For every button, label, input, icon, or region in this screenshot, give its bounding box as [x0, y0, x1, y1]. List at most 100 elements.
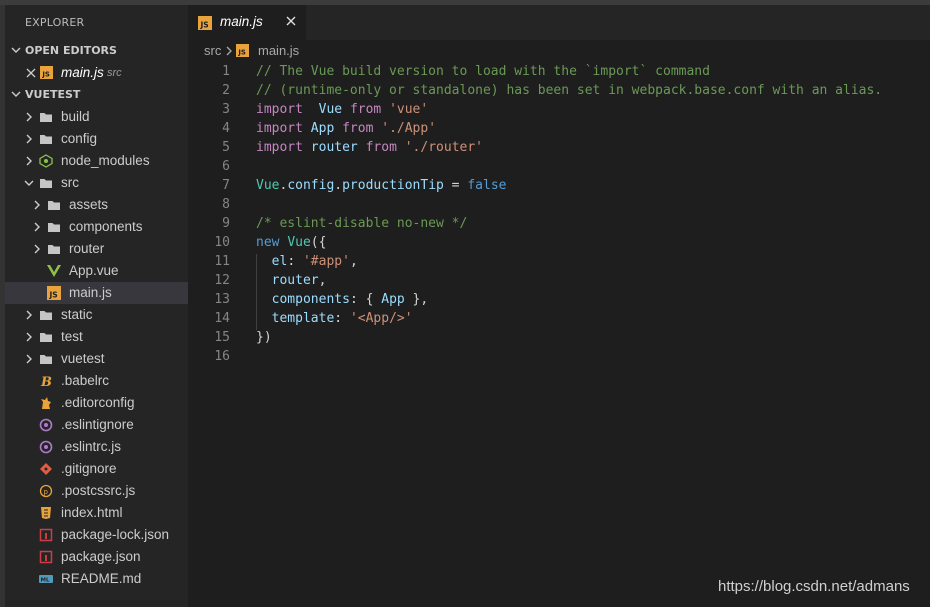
tree-item-label: static — [61, 307, 93, 322]
breadcrumb-file[interactable]: main.js — [258, 43, 299, 58]
js-file-icon: JS — [198, 16, 212, 30]
tree-item[interactable]: .eslintignore — [5, 414, 188, 436]
code-token: config — [287, 178, 335, 193]
code-line[interactable]: import router from './router' — [256, 140, 483, 155]
tree-item-label: build — [61, 109, 90, 124]
code-token: App — [310, 121, 335, 136]
code-token: from — [349, 102, 382, 117]
breadcrumb: src JS main.js — [188, 40, 930, 62]
tree-item[interactable]: index.html — [5, 502, 188, 524]
tree-item[interactable]: config — [5, 128, 188, 150]
open-editor-item[interactable]: JS main.js src — [5, 62, 188, 84]
tree-item-label: assets — [69, 197, 109, 212]
code-line[interactable]: // The Vue build version to load with th… — [256, 64, 710, 79]
line-number: 16 — [214, 349, 230, 364]
tree-item[interactable]: test — [5, 326, 188, 348]
code-line[interactable]: new Vue({ — [256, 235, 326, 250]
chevron-right-icon — [34, 244, 40, 254]
code-token: import — [256, 121, 303, 136]
code-token: : — [287, 254, 303, 269]
line-number: 11 — [214, 254, 230, 269]
tree-item[interactable]: ML README.md — [5, 568, 188, 590]
close-icon[interactable] — [26, 68, 36, 78]
tree-item[interactable]: App.vue — [5, 260, 188, 282]
postcss-icon: p — [39, 484, 53, 498]
babel-icon: B — [40, 375, 52, 388]
code-token: Vue — [256, 178, 280, 193]
tree-item[interactable]: vuetest — [5, 348, 188, 370]
code-line[interactable]: router, — [256, 273, 327, 288]
chevron-down-icon — [11, 91, 21, 97]
folder-icon — [40, 179, 52, 188]
line-number: 5 — [222, 140, 230, 155]
code-token: import — [256, 102, 303, 117]
close-icon[interactable] — [284, 14, 298, 28]
svg-text:B: B — [40, 375, 52, 388]
tree-item[interactable]: build — [5, 106, 188, 128]
tree-item[interactable]: package.json — [5, 546, 188, 568]
code-line[interactable]: import App from './App' — [256, 121, 436, 136]
chevron-right-icon — [34, 222, 40, 232]
code-editor[interactable]: 1 // The Vue build version to load with t… — [188, 62, 930, 607]
code-line[interactable]: /* eslint-disable no-new */ — [256, 216, 467, 231]
tree-item-label: package.json — [61, 549, 141, 564]
code-line[interactable]: Vue.config.productionTip = false — [256, 178, 506, 193]
line-number: 1 — [222, 64, 230, 79]
project-header[interactable]: VUETEST — [5, 84, 188, 106]
code-line[interactable]: }) — [256, 330, 272, 345]
folder-icon — [40, 355, 52, 364]
tree-item[interactable]: .eslintrc.js — [5, 436, 188, 458]
tree-item[interactable]: B .babelrc — [5, 370, 188, 392]
eslint-icon — [39, 418, 53, 432]
tree-item-label: .babelrc — [61, 373, 110, 388]
open-editors-header[interactable]: OPEN EDITORS — [5, 40, 188, 62]
chevron-right-icon — [26, 156, 32, 166]
code-line[interactable]: template: '<App/>' — [256, 311, 413, 326]
code-token: false — [467, 178, 507, 193]
tree-item[interactable]: node_modules — [5, 150, 188, 172]
code-token: 'vue' — [389, 102, 429, 117]
code-line[interactable]: components: { App }, — [256, 292, 429, 307]
indent-guide — [256, 254, 257, 330]
line-number: 3 — [222, 102, 230, 117]
code-line[interactable]: el: '#app', — [256, 254, 358, 269]
code-line[interactable]: // (runtime-only or standalone) has been… — [256, 83, 882, 98]
open-editors-label: OPEN EDITORS — [25, 44, 117, 57]
tree-item-label: .eslintignore — [61, 417, 134, 432]
breadcrumb-folder[interactable]: src — [204, 43, 221, 58]
code-token: './App' — [381, 121, 437, 136]
tree-item-label: test — [61, 329, 83, 344]
tree-item[interactable]: package-lock.json — [5, 524, 188, 546]
folder-icon — [48, 245, 60, 254]
tree-item[interactable]: static — [5, 304, 188, 326]
tree-item[interactable]: JS main.js — [5, 282, 188, 304]
explorer-title: EXPLORER — [25, 16, 85, 29]
line-number: 4 — [222, 121, 230, 136]
tree-item[interactable]: components — [5, 216, 188, 238]
tree-item[interactable]: p .postcssrc.js — [5, 480, 188, 502]
markdown-icon: ML — [39, 575, 53, 584]
tree-item-label: .gitignore — [61, 461, 117, 476]
tab-main-js[interactable]: JS main.js — [188, 5, 306, 40]
code-token: , — [318, 273, 327, 288]
code-token: el — [271, 254, 288, 269]
code-token: , — [349, 254, 358, 269]
code-token: from — [342, 121, 374, 136]
code-line[interactable]: import Vue from 'vue' — [256, 102, 428, 117]
tree-item[interactable]: .editorconfig — [5, 392, 188, 414]
tree-item[interactable]: router — [5, 238, 188, 260]
open-editor-folder: src — [107, 67, 122, 79]
tree-item[interactable]: .gitignore — [5, 458, 188, 480]
tree-item[interactable]: assets — [5, 194, 188, 216]
node-modules-icon — [39, 154, 53, 168]
explorer-sidebar: EXPLORER OPEN EDITORS JS main.js src VUE… — [5, 5, 188, 607]
code-token: : — [334, 311, 350, 326]
code-token: '#app' — [302, 254, 350, 269]
tree-item-label: router — [69, 241, 105, 256]
tree-item[interactable]: src — [5, 172, 188, 194]
